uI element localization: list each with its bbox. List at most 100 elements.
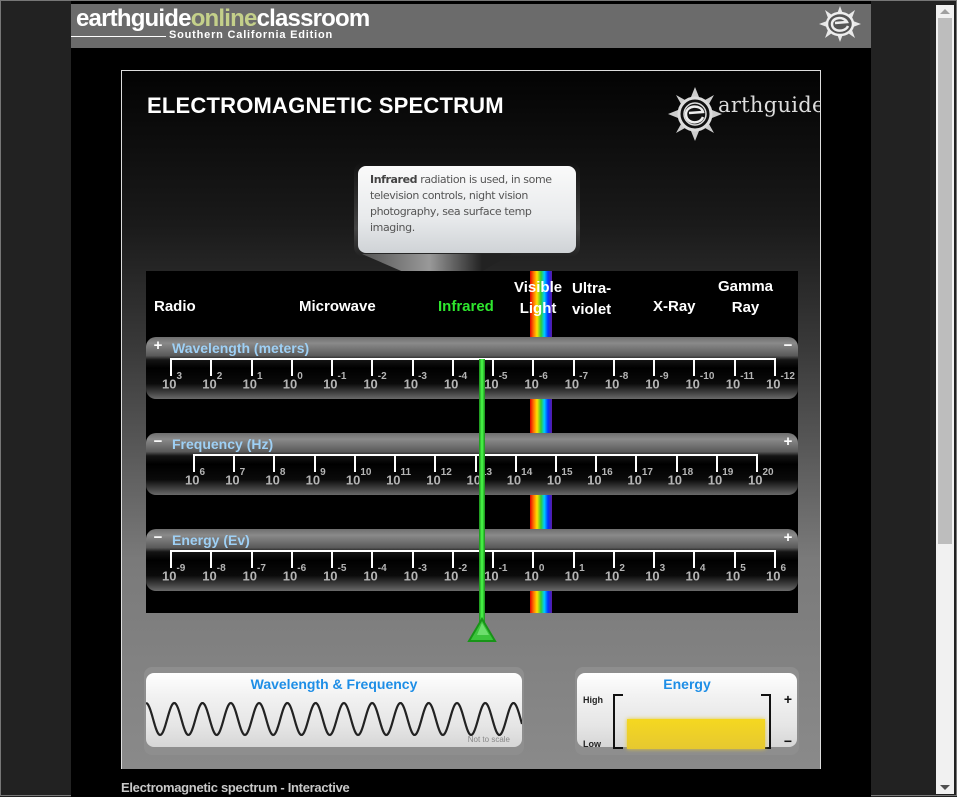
browser-frame: earthguideonlineclassroom Southern Calif…	[0, 0, 957, 797]
scroll-down-arrow-icon[interactable]	[940, 785, 950, 790]
scale-tick-label: 100	[524, 563, 545, 584]
band-visible-light[interactable]: Visible Light	[514, 277, 562, 319]
scale-tick	[474, 454, 477, 472]
scale-tick	[290, 550, 293, 568]
scale-tick	[233, 454, 236, 472]
site-header: earthguideonlineclassroom Southern Calif…	[71, 4, 871, 48]
scale-tick	[653, 358, 656, 376]
band-ultraviolet[interactable]: Ultra-violet	[572, 278, 611, 320]
scale-tick	[451, 358, 454, 376]
energy-panel-body: Energy High Low + −	[577, 673, 797, 749]
scale-tick	[371, 550, 374, 568]
visible-band-segment	[530, 591, 552, 613]
scale-axis-line	[170, 358, 776, 360]
scale-tick-label: 10-3	[403, 563, 427, 584]
scale-tick	[733, 550, 736, 568]
energy-panel: Energy High Low + −	[575, 667, 799, 755]
vertical-scrollbar[interactable]	[936, 5, 954, 794]
wave-panel-body: Wavelength & Frequency Not to scale	[146, 673, 522, 747]
scale-tick-label: 1012	[426, 467, 452, 488]
scale-tick	[756, 454, 758, 472]
energy-low-label: Low	[583, 739, 601, 749]
scale-tick-label: 10-7	[564, 371, 589, 392]
earthguide-logo-text: arthguide	[718, 93, 821, 117]
scale-tick-label: 109	[305, 467, 326, 488]
scale-tick	[612, 550, 615, 568]
scale-tick	[193, 454, 195, 472]
scale-tick-label: 103	[645, 563, 666, 584]
scroll-up-arrow-icon[interactable]	[940, 9, 950, 14]
scale-tick	[331, 358, 334, 376]
energy-bracket-left	[613, 694, 623, 749]
scrollbar-thumb[interactable]	[938, 18, 952, 544]
scale-tick	[170, 550, 172, 568]
frequency-collapse-button[interactable]: −	[150, 434, 166, 450]
scale-tick-label: 10-3	[403, 371, 427, 392]
scale-tick-label: 1015	[546, 467, 573, 488]
scale-tick-label: 10-6	[524, 371, 548, 392]
band-radio[interactable]: Radio	[154, 296, 196, 317]
scale-tick-label: 10-5	[323, 563, 347, 584]
energy-expand-button[interactable]: +	[780, 530, 796, 546]
scale-tick	[715, 454, 718, 472]
scale-tick	[353, 454, 356, 472]
scale-tick-label: 10-5	[484, 371, 508, 392]
scale-tick-label: 10-2	[443, 563, 468, 584]
frequency-expand-button[interactable]: +	[780, 434, 796, 450]
band-microwave[interactable]: Microwave	[299, 296, 376, 317]
scale-tick	[492, 550, 495, 568]
not-to-scale-note: Not to scale	[467, 735, 510, 744]
scale-tick	[532, 358, 535, 376]
wavelength-collapse-button[interactable]: −	[780, 338, 796, 354]
scale-tick-label: 1018	[667, 467, 694, 488]
scale-tick-label: 10-8	[604, 371, 629, 392]
band-infrared[interactable]: Infrared	[438, 296, 494, 317]
scale-tick-label: 10-2	[363, 371, 387, 392]
scale-tick-label: 100	[282, 371, 303, 392]
scale-tick	[554, 454, 557, 472]
spectrum-slider-line[interactable]	[479, 359, 485, 631]
tooltip-body: Infrared radiation is used, in some tele…	[358, 166, 576, 253]
energy-decrease-button[interactable]: −	[781, 733, 795, 749]
scale-tick	[693, 358, 696, 376]
scale-tick-label: 1014	[506, 467, 533, 488]
scale-tick-label: 102	[604, 563, 625, 584]
scale-tick	[532, 550, 535, 568]
scale-tick-label: 105	[725, 563, 746, 584]
scale-tick	[572, 550, 575, 568]
wavelength-scale: + Wavelength (meters) − 103 102 101 100 10-1…	[146, 337, 798, 399]
scale-tick	[250, 358, 253, 376]
earthguide-compass-icon[interactable]	[817, 6, 863, 42]
scale-tick	[394, 454, 397, 472]
scale-tick-label: 10-1	[323, 371, 347, 392]
energy-increase-button[interactable]: +	[781, 691, 795, 707]
scale-tick-label: 106	[185, 467, 206, 488]
energy-collapse-button[interactable]: −	[150, 530, 166, 546]
brand-earthguide: earthguide	[76, 5, 191, 32]
scale-tick-label: 10-10	[685, 371, 715, 392]
band-x-ray[interactable]: X-Ray	[653, 296, 696, 317]
energy-scale-title: Energy (Ev)	[172, 532, 250, 548]
scale-tick	[612, 358, 615, 376]
scale-tick	[774, 358, 776, 376]
scale-tick-label: 1016	[587, 467, 613, 488]
scale-tick-label: 1011	[386, 467, 412, 488]
scale-tick	[411, 550, 414, 568]
site-subtitle: Southern California Edition	[169, 29, 333, 41]
scale-tick	[331, 550, 334, 568]
wavelength-expand-button[interactable]: +	[150, 338, 166, 354]
wave-panel-title: Wavelength & Frequency	[250, 676, 418, 692]
scale-tick-label: 10-9	[645, 371, 669, 392]
em-spectrum-interactive: ELECTROMAGNETIC SPECTRUM arthguide Infra…	[121, 70, 821, 769]
visible-band-segment	[530, 495, 552, 529]
energy-high-label: High	[583, 695, 603, 705]
band-gamma-ray[interactable]: Gamma Ray	[718, 276, 773, 318]
scale-tick	[434, 454, 437, 472]
scale-tick-label: 10-9	[162, 563, 186, 584]
spectrum-slider-handle[interactable]	[467, 617, 497, 643]
scale-tick	[411, 358, 414, 376]
scale-tick	[733, 358, 736, 376]
tooltip-band-name: Infrared	[370, 173, 418, 186]
scale-tick	[675, 454, 678, 472]
scale-tick	[653, 550, 656, 568]
